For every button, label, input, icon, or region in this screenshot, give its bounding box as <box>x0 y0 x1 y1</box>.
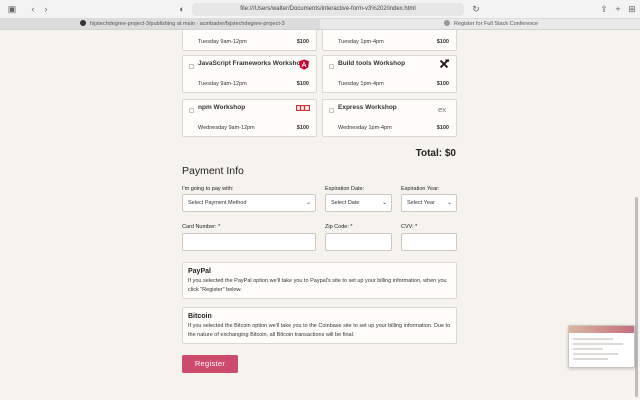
tab-github[interactable]: fsjstechdegree-project-3/publishing at m… <box>0 19 320 29</box>
activity-price: $100 <box>436 39 449 45</box>
exp-year-select[interactable]: Select Year ⌄ <box>401 194 457 212</box>
thumbnail-line <box>573 353 618 355</box>
svg-text:ex: ex <box>438 105 446 114</box>
browser-toolbar: ▣ ‹ › ◐ file:///Users/walter/Documents/i… <box>0 0 640 19</box>
activity-name: Build tools Workshop <box>338 60 406 67</box>
back-icon[interactable]: ‹ <box>27 3 39 15</box>
tab-register[interactable]: Register for Full Stack Conference <box>320 19 640 29</box>
page-content: Tuesday 9am-12pm $100 Tuesday 1pm-4pm $1… <box>0 30 640 400</box>
paypal-info: PayPal If you selected the PayPal option… <box>182 262 457 299</box>
tab-github-label: fsjstechdegree-project-3/publishing at m… <box>90 21 285 27</box>
activity-checkbox[interactable] <box>329 64 334 69</box>
activity-time: Tuesday 1pm-4pm <box>338 81 384 87</box>
activity-price: $100 <box>436 81 449 87</box>
activity-price: $100 <box>296 81 309 87</box>
exp-year-value: Select Year <box>407 200 435 206</box>
npm-icon <box>296 105 310 111</box>
zip-code-label: Zip Code: * <box>325 224 353 230</box>
activity-card[interactable]: Build tools Workshop Tuesday 1pm-4pm $10… <box>322 55 457 93</box>
address-bar[interactable]: file:///Users/walter/Documents/interacti… <box>192 3 464 16</box>
cvv-label: CVV: * <box>401 224 418 230</box>
privacy-shield-icon[interactable]: ◐ <box>176 3 188 15</box>
activity-card[interactable]: Express Workshop ex Wednesday 1pm-4pm $1… <box>322 99 457 137</box>
card-number-label: Card Number: * <box>182 224 221 230</box>
chevron-down-icon: ⌄ <box>305 200 311 206</box>
activity-name: npm Workshop <box>198 104 246 111</box>
activity-price: $100 <box>436 125 449 131</box>
thumbnail-line <box>573 348 603 350</box>
activity-checkbox[interactable] <box>189 108 194 113</box>
github-icon <box>80 20 86 26</box>
page-icon <box>444 20 450 26</box>
new-tab-icon[interactable]: + <box>612 3 624 15</box>
total-cost: Total: $0 <box>415 148 456 159</box>
activity-price: $100 <box>296 39 309 45</box>
card-number-input[interactable] <box>182 233 316 251</box>
tab-bar: fsjstechdegree-project-3/publishing at m… <box>0 19 640 30</box>
cvv-input[interactable] <box>401 233 457 251</box>
activity-time: Tuesday 1pm-4pm <box>338 39 384 45</box>
reload-icon[interactable]: ↻ <box>470 3 482 15</box>
register-button[interactable]: Register <box>182 355 238 373</box>
tools-icon <box>439 59 450 69</box>
activity-time: Wednesday 9am-12pm <box>198 125 255 131</box>
activity-name: JavaScript Frameworks Workshop <box>198 60 305 67</box>
exp-year-label: Expiration Year: <box>401 186 440 192</box>
activity-name: Express Workshop <box>338 104 397 111</box>
screenshot-thumbnail[interactable] <box>568 325 635 368</box>
bitcoin-title: Bitcoin <box>188 313 212 320</box>
share-icon[interactable]: ⇪ <box>598 3 610 15</box>
activity-price: $100 <box>296 125 309 131</box>
activity-card[interactable]: JavaScript Frameworks Workshop Tuesday 9… <box>182 55 317 93</box>
activity-time: Tuesday 9am-12pm <box>198 39 247 45</box>
chevron-down-icon: ⌄ <box>446 200 452 206</box>
exp-date-label: Expiration Date: <box>325 186 365 192</box>
exp-date-select[interactable]: Select Date ⌄ <box>325 194 392 212</box>
thumbnail-line <box>573 358 608 360</box>
thumbnail-line <box>573 338 613 340</box>
zip-code-input[interactable] <box>325 233 392 251</box>
bitcoin-info: Bitcoin If you selected the Bitcoin opti… <box>182 307 457 344</box>
activity-time: Tuesday 9am-12pm <box>198 81 247 87</box>
forward-icon[interactable]: › <box>40 3 52 15</box>
activity-card[interactable]: Tuesday 9am-12pm $100 <box>182 30 317 51</box>
paypal-text: If you selected the PayPal option we'll … <box>188 278 447 293</box>
activity-card[interactable]: npm Workshop Wednesday 9am-12pm $100 <box>182 99 317 137</box>
pay-with-label: I'm going to pay with: <box>182 186 234 192</box>
sidebar-icon[interactable]: ▣ <box>6 3 18 15</box>
payment-method-value: Select Payment Method <box>188 200 247 206</box>
scrollbar[interactable] <box>635 197 638 397</box>
activity-checkbox[interactable] <box>189 64 194 69</box>
thumbnail-line <box>573 343 623 345</box>
chevron-down-icon: ⌄ <box>381 200 387 206</box>
express-icon: ex <box>438 105 446 114</box>
activity-checkbox[interactable] <box>329 108 334 113</box>
tab-overview-icon[interactable]: ⊞ <box>626 3 638 15</box>
tab-register-label: Register for Full Stack Conference <box>454 21 539 27</box>
angular-icon <box>299 59 309 70</box>
payment-info-heading: Payment Info <box>182 165 244 177</box>
payment-method-select[interactable]: Select Payment Method ⌄ <box>182 194 316 212</box>
exp-date-value: Select Date <box>331 200 360 206</box>
thumbnail-header <box>569 326 634 333</box>
paypal-title: PayPal <box>188 268 211 275</box>
activity-time: Wednesday 1pm-4pm <box>338 125 392 131</box>
activity-card[interactable]: Tuesday 1pm-4pm $100 <box>322 30 457 51</box>
bitcoin-text: If you selected the Bitcoin option we'll… <box>188 323 451 338</box>
